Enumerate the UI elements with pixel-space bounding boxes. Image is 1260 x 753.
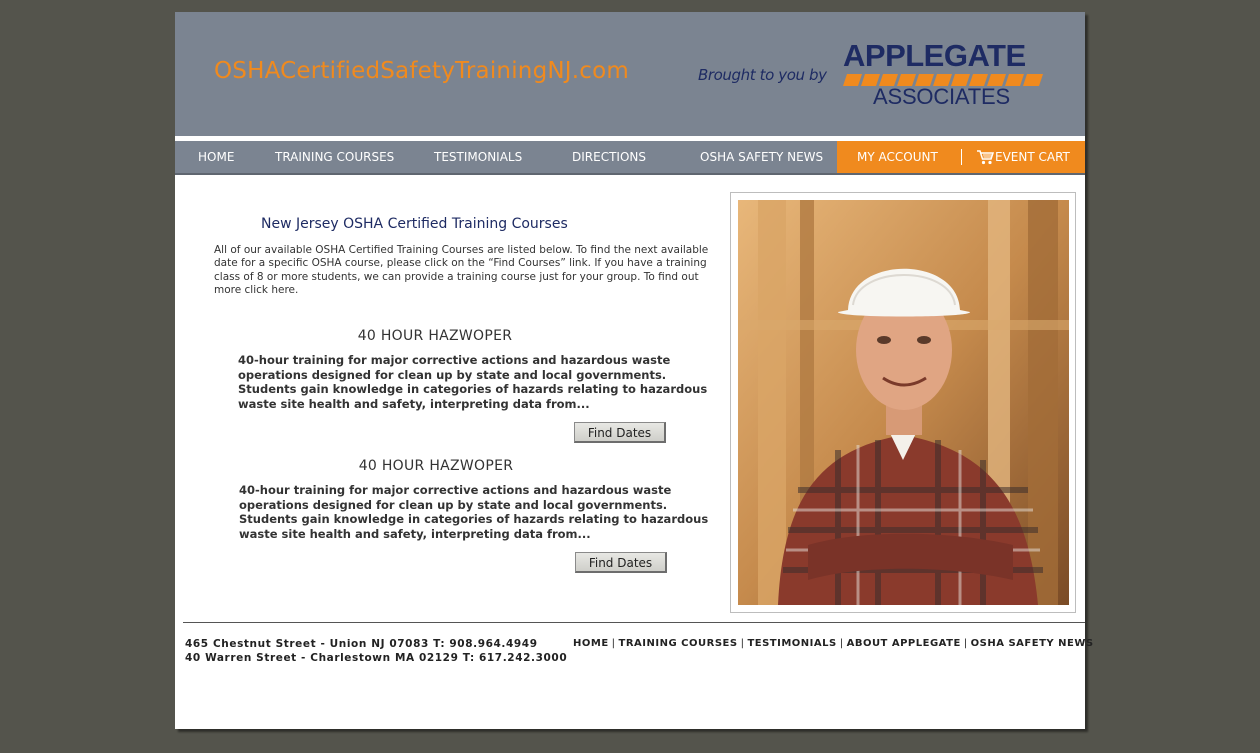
intro-paragraph: All of our available OSHA Certified Trai…: [214, 244, 709, 296]
nav-separator: [961, 149, 962, 165]
footer-divider: [183, 622, 1085, 623]
content-top-border: [175, 175, 1085, 178]
worker-illustration-icon: [738, 200, 1069, 605]
footer-links: HOME | TRAINING COURSES | TESTIMONIALS | ABOUT…: [573, 638, 1094, 649]
photo-frame: [730, 192, 1076, 613]
footer-link-home[interactable]: HOME: [573, 638, 609, 649]
construction-worker-photo: [738, 200, 1069, 605]
brought-to-you-by-text: Brought to you by: [698, 66, 827, 84]
page-container: OSHACertifiedSafetyTrainingNJ.com Brough…: [175, 12, 1093, 729]
nav-directions[interactable]: DIRECTIONS: [572, 141, 646, 173]
nav-home[interactable]: HOME: [198, 141, 234, 173]
logo-word-applegate: APPLEGATE: [843, 38, 1026, 73]
nav-my-account[interactable]: MY ACCOUNT: [857, 141, 938, 173]
course-description: 40-hour training for major corrective ac…: [239, 483, 709, 541]
footer-link-testimonials[interactable]: TESTIMONIALS: [747, 638, 836, 649]
course-title: 40 HOUR HAZWOPER: [357, 328, 513, 344]
site-title-link[interactable]: OSHACertifiedSafetyTrainingNJ.com: [214, 58, 629, 84]
footer-separator: |: [963, 638, 968, 649]
shopping-cart-icon[interactable]: [976, 149, 994, 165]
nav-event-cart[interactable]: EVENT CART: [995, 141, 1070, 173]
page-title: New Jersey OSHA Certified Training Cours…: [261, 216, 568, 232]
footer-separator: |: [839, 638, 844, 649]
nav-testimonials[interactable]: TESTIMONIALS: [434, 141, 522, 173]
course-description: 40-hour training for major corrective ac…: [238, 353, 708, 411]
footer-link-osha-safety-news[interactable]: OSHA SAFETY NEWS: [971, 638, 1094, 649]
footer-separator: |: [611, 638, 616, 649]
main-nav: HOME TRAINING COURSES TESTIMONIALS DIREC…: [175, 141, 1085, 175]
nav-training-courses[interactable]: TRAINING COURSES: [275, 141, 394, 173]
footer-address-ma: 40 Warren Street - Charlestown MA 02129 …: [185, 652, 568, 664]
course-title: 40 HOUR HAZWOPER: [358, 458, 514, 474]
logo-word-associates: ASSOCIATES: [873, 84, 1010, 109]
footer-address-nj: 465 Chestnut Street - Union NJ 07083 T: …: [185, 638, 538, 650]
applegate-associates-logo[interactable]: APPLEGATE ASSOCIATES: [843, 38, 1043, 110]
footer-link-training-courses[interactable]: TRAINING COURSES: [619, 638, 738, 649]
site-header: OSHACertifiedSafetyTrainingNJ.com Brough…: [175, 12, 1085, 136]
find-dates-button[interactable]: Find Dates: [575, 552, 667, 573]
nav-osha-safety-news[interactable]: OSHA SAFETY NEWS: [700, 141, 823, 173]
find-dates-button[interactable]: Find Dates: [574, 422, 666, 443]
footer-link-about-applegate[interactable]: ABOUT APPLEGATE: [847, 638, 961, 649]
footer-separator: |: [740, 638, 745, 649]
